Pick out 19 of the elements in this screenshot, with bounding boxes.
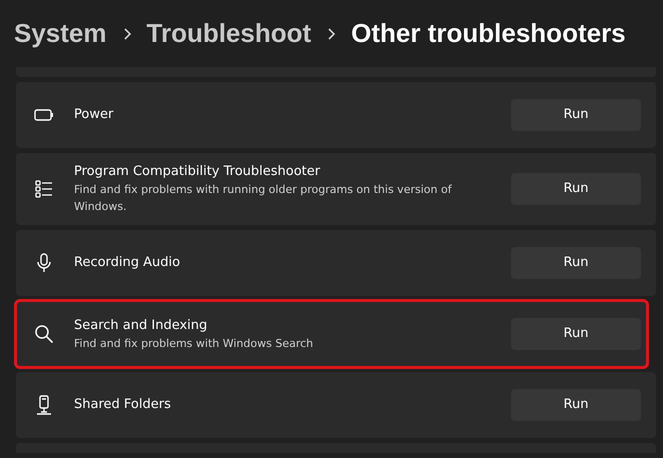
troubleshooter-title: Search and Indexing [74, 316, 208, 334]
chevron-icon [122, 28, 130, 40]
troubleshooter-description: Find and fix problems with running older programs on this version of Windows. [74, 182, 453, 215]
list-icon [33, 178, 55, 200]
run-button[interactable]: Run [511, 247, 641, 279]
run-button[interactable]: Run [511, 173, 641, 205]
troubleshooter-description: Find and fix problems with Windows Search [74, 336, 314, 352]
breadcrumb-link[interactable]: System [14, 14, 106, 53]
troubleshooter-title: Power [74, 106, 114, 124]
run-button[interactable]: Run [511, 389, 641, 421]
troubleshooter-title: Program Compatibility Troubleshooter [74, 163, 322, 181]
search-icon [33, 323, 55, 345]
run-button[interactable]: Run [511, 318, 641, 350]
breadcrumb-link[interactable]: Troubleshoot [146, 14, 312, 53]
run-button[interactable]: Run [511, 99, 641, 131]
troubleshooter-title: Shared Folders [74, 396, 172, 414]
page-title: Other troubleshooters [351, 17, 626, 50]
chevron-icon [327, 28, 336, 40]
troubleshooter-title: Recording Audio [74, 254, 182, 272]
